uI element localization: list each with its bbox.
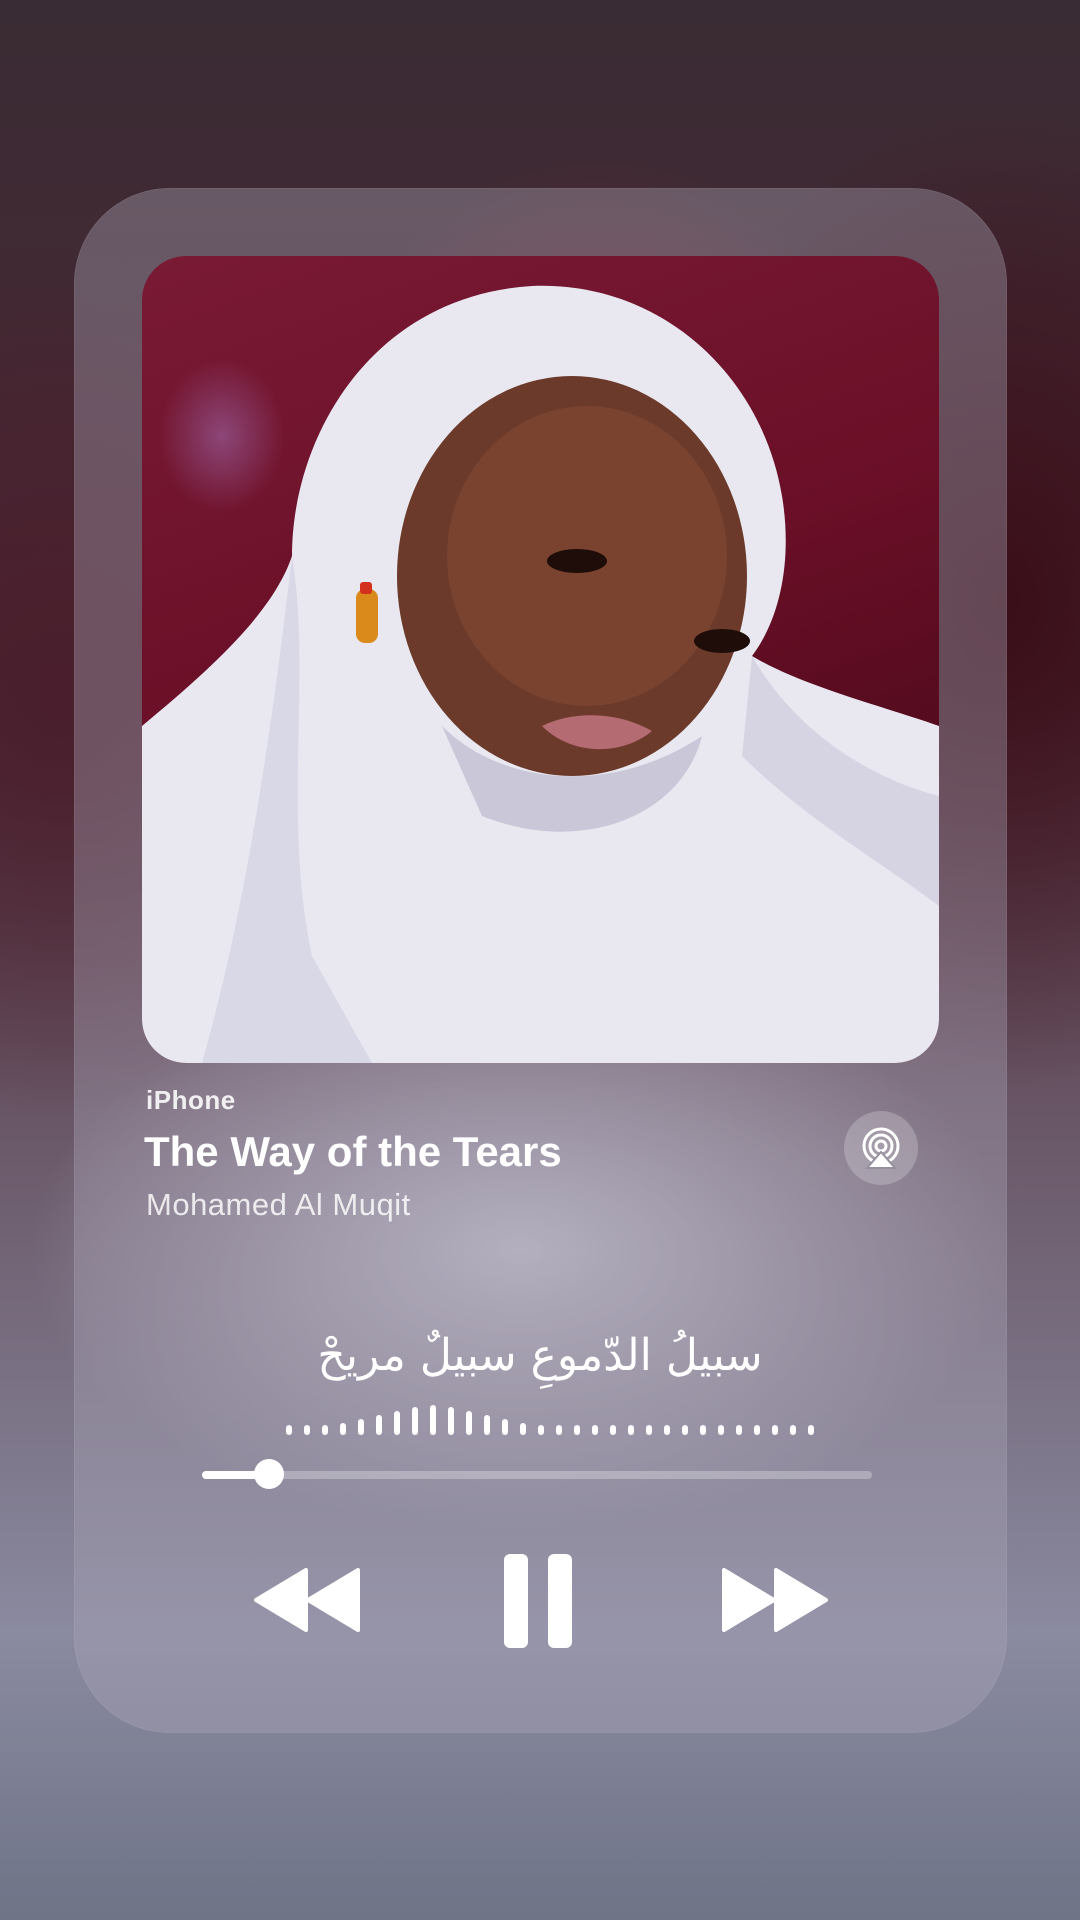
waveform-bar bbox=[484, 1415, 490, 1435]
waveform-bar bbox=[466, 1411, 472, 1435]
lyric-waveform bbox=[286, 1405, 814, 1435]
waveform-bar bbox=[682, 1425, 688, 1435]
output-device-label: iPhone bbox=[146, 1085, 236, 1115]
rewind-button[interactable] bbox=[254, 1568, 362, 1632]
scrubber-track bbox=[202, 1471, 872, 1479]
album-artwork bbox=[142, 256, 939, 1063]
waveform-bar bbox=[610, 1425, 616, 1435]
track-title: The Way of the Tears bbox=[144, 1128, 562, 1175]
waveform-bar bbox=[520, 1423, 526, 1435]
rewind-icon bbox=[254, 1568, 360, 1632]
fast-forward-button[interactable] bbox=[720, 1568, 828, 1632]
waveform-bar bbox=[628, 1425, 634, 1435]
waveform-bar bbox=[304, 1425, 310, 1435]
waveform-bar bbox=[502, 1419, 508, 1435]
airplay-audio-icon bbox=[862, 1127, 900, 1169]
pause-button[interactable] bbox=[502, 1552, 574, 1650]
airplay-button[interactable] bbox=[844, 1111, 918, 1185]
waveform-bar bbox=[322, 1425, 328, 1435]
waveform-bar bbox=[538, 1425, 544, 1435]
waveform-bar bbox=[340, 1423, 346, 1435]
waveform-bar bbox=[556, 1425, 562, 1435]
waveform-bar bbox=[286, 1425, 292, 1435]
waveform-bar bbox=[376, 1415, 382, 1435]
waveform-bar bbox=[430, 1405, 436, 1435]
playback-scrubber[interactable] bbox=[202, 1459, 872, 1489]
waveform-bar bbox=[574, 1425, 580, 1435]
waveform-bar bbox=[646, 1425, 652, 1435]
waveform-bar bbox=[772, 1425, 778, 1435]
lyric-line: سبيلُ الدّموعِ سبيلٌ مريحْ bbox=[317, 1330, 763, 1381]
artwork-portrait bbox=[142, 285, 939, 1063]
waveform-bar bbox=[790, 1425, 796, 1435]
waveform-bar bbox=[358, 1419, 364, 1435]
waveform-bar bbox=[664, 1425, 670, 1435]
waveform-bar bbox=[448, 1407, 454, 1435]
waveform-bar bbox=[754, 1425, 760, 1435]
fast-forward-icon bbox=[722, 1568, 828, 1632]
waveform-bar bbox=[808, 1425, 814, 1435]
pause-icon bbox=[504, 1554, 572, 1648]
waveform-bar bbox=[700, 1425, 706, 1435]
waveform-bar bbox=[412, 1407, 418, 1435]
waveform-bar bbox=[394, 1411, 400, 1435]
waveform-bar bbox=[718, 1425, 724, 1435]
waveform-bar bbox=[592, 1425, 598, 1435]
scrubber-knob[interactable] bbox=[254, 1459, 284, 1489]
waveform-bar bbox=[736, 1425, 742, 1435]
artist-name[interactable]: Mohamed Al Muqit bbox=[146, 1187, 411, 1223]
